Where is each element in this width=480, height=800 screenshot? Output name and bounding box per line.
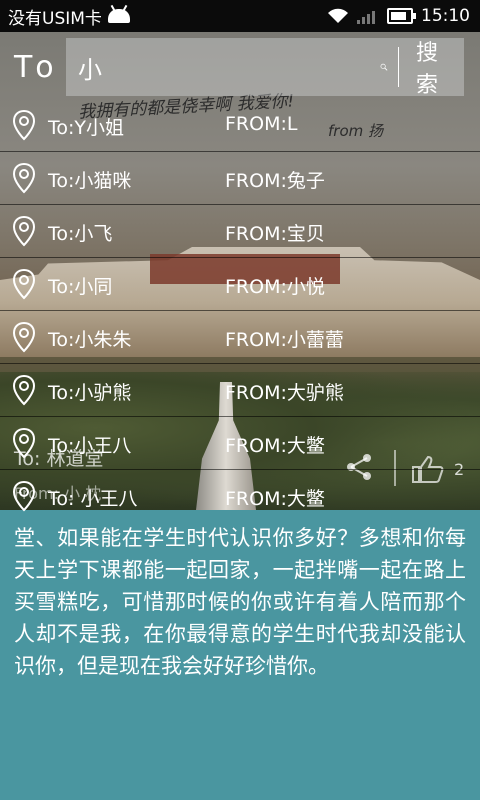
message-text: 堂、如果能在学生时代认识你多好？多想和你每天上学下课都能一起回家，一起拌嘴一起在…: [14, 526, 466, 678]
location-pin-icon: [12, 109, 36, 141]
from-label: FROM:大鳖: [225, 435, 325, 457]
clock: 15:10: [421, 6, 470, 26]
location-pin-icon: [12, 215, 36, 247]
list-item[interactable]: To:小猫咪 FROM:兔子: [0, 152, 480, 205]
search-button[interactable]: 搜索: [410, 34, 444, 100]
message-panel: 堂、如果能在学生时代认识你多好？多想和你每天上学下课都能一起回家，一起拌嘴一起在…: [0, 510, 480, 800]
location-pin-icon: [12, 374, 36, 406]
from-label: FROM:小悦: [225, 276, 325, 298]
page-title: To: [14, 50, 62, 85]
to-label: To:Y小姐: [48, 117, 125, 139]
from-label: FROM:L: [225, 113, 298, 135]
to-label: To:小同: [48, 276, 113, 298]
search-input[interactable]: [76, 46, 380, 88]
android-icon: [107, 9, 130, 23]
from-label: FROM:兔子: [225, 170, 325, 192]
search-box: 搜索: [66, 38, 464, 98]
to-label: To:小王八: [48, 435, 132, 457]
carrier-label: 没有USIM卡: [8, 8, 102, 29]
location-pin-icon: [12, 427, 36, 459]
from-label: FROM:小蕾蕾: [225, 329, 344, 351]
app-bar: To 搜索: [0, 32, 480, 104]
to-label: To:小飞: [48, 223, 113, 245]
list-item[interactable]: To:小朱朱 FROM:小蕾蕾: [0, 311, 480, 364]
battery-icon: [387, 8, 416, 24]
signal-icon: [357, 8, 379, 24]
status-icons: 15:10: [327, 6, 470, 26]
from-label: FROM:大鳖: [225, 488, 325, 510]
list-item[interactable]: To:小同 FROM:小悦: [0, 258, 480, 311]
location-pin-icon: [12, 321, 36, 353]
list-item[interactable]: To:Y小姐 FROM:L: [0, 99, 480, 152]
list-item[interactable]: To:小飞 FROM:宝贝: [0, 205, 480, 258]
results-list: To:Y小姐 FROM:L To:小猫咪 FROM:兔子 To:小飞 FROM:…: [0, 99, 480, 522]
to-label: To: 小王八: [48, 488, 138, 510]
list-item[interactable]: To: 小王八 FROM:大鳖: [0, 470, 480, 522]
list-item[interactable]: To:小驴熊 FROM:大驴熊: [0, 364, 480, 417]
search-icon[interactable]: [380, 50, 388, 84]
to-label: To:小朱朱: [48, 329, 132, 351]
location-pin-icon: [12, 480, 36, 512]
list-item[interactable]: To:小王八 FROM:大鳖: [0, 417, 480, 470]
from-label: FROM:宝贝: [225, 223, 325, 245]
status-bar: 没有USIM卡 15:10: [0, 0, 480, 32]
to-label: To:小猫咪: [48, 170, 132, 192]
wifi-icon: [328, 8, 348, 23]
from-label: FROM:大驴熊: [225, 382, 344, 404]
location-pin-icon: [12, 162, 36, 194]
to-label: To:小驴熊: [48, 382, 132, 404]
location-pin-icon: [12, 268, 36, 300]
